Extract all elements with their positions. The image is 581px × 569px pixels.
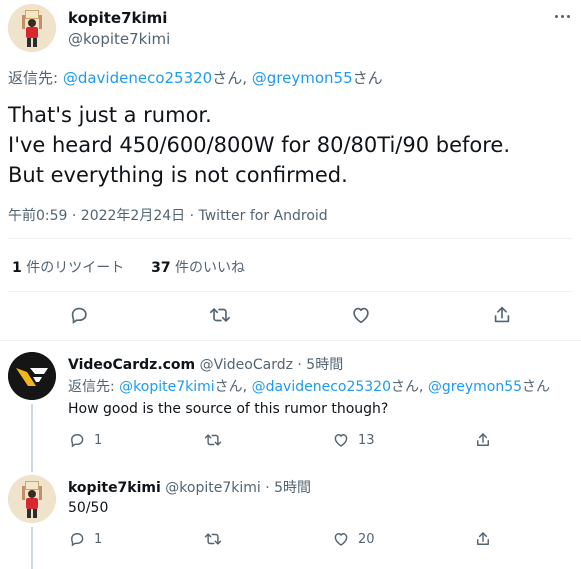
tweet-meta[interactable]: 午前0:59 · 2022年2月24日 · Twitter for Androi…: [8, 205, 328, 225]
avatar[interactable]: [8, 352, 56, 400]
mention-link[interactable]: @kopite7kimi: [119, 379, 214, 395]
thread-line: [31, 404, 33, 472]
like-label: 件のいいね: [170, 260, 246, 276]
handle-time[interactable]: @kopite7kimi · 5時間: [165, 480, 311, 496]
share-button[interactable]: [491, 304, 513, 326]
retweet-icon: [204, 533, 222, 545]
reply-text: 50/50: [68, 500, 109, 516]
like-count: 20: [358, 531, 375, 547]
reply-count: 1: [94, 432, 103, 448]
speech-bubble-icon: [71, 533, 84, 547]
avatar[interactable]: [8, 475, 56, 523]
divider: [8, 291, 573, 292]
retweet-stat[interactable]: 1 件のリツイート: [12, 260, 124, 276]
reply-header: kopite7kimi @kopite7kimi · 5時間: [68, 477, 311, 497]
reply-button[interactable]: 1: [68, 431, 102, 449]
reply-suffix: さん: [352, 69, 383, 87]
display-name[interactable]: VideoCardz.com: [68, 357, 195, 373]
speech-bubble-icon: [71, 307, 87, 324]
retweet-count: 1: [12, 260, 22, 276]
reply-to-line: 返信先: @kopite7kimiさん, @davideneco25320さん,…: [68, 376, 550, 396]
share-button[interactable]: [474, 530, 492, 548]
reply-prefix: 返信先:: [8, 69, 63, 87]
retweet-button[interactable]: [203, 431, 231, 449]
share-icon: [494, 306, 510, 323]
handle-time[interactable]: @VideoCardz · 5時間: [200, 357, 344, 373]
tweet-text-line: That's just a rumor.: [8, 103, 212, 127]
like-button[interactable]: 20: [332, 530, 375, 548]
like-count: 37: [151, 260, 171, 276]
more-dots-icon[interactable]: [555, 15, 570, 18]
reply-suffix: さん: [522, 379, 551, 395]
reply-suffix: さん,: [212, 69, 252, 87]
display-name[interactable]: kopite7kimi: [68, 9, 167, 27]
reply-button[interactable]: 1: [68, 530, 102, 548]
share-icon: [477, 433, 489, 446]
retweet-icon: [204, 434, 222, 446]
retweet-button[interactable]: [208, 304, 232, 326]
divider: [8, 238, 573, 239]
divider: [0, 340, 581, 341]
mention-link[interactable]: @greymon55: [428, 379, 522, 395]
tweet-text-line: I've heard 450/600/800W for 80/80Ti/90 b…: [8, 133, 511, 157]
heart-icon: [353, 307, 369, 324]
share-icon: [477, 532, 489, 545]
reply-text: How good is the source of this rumor tho…: [68, 401, 389, 417]
retweet-icon: [210, 308, 230, 322]
like-stat[interactable]: 37 件のいいね: [151, 260, 245, 276]
thread-line: [31, 527, 33, 569]
reply-to-line: 返信先: @davideneco25320さん, @greymon55さん: [8, 67, 383, 88]
speech-bubble-icon: [71, 434, 84, 448]
reply-prefix: 返信先:: [68, 379, 120, 395]
mention-link[interactable]: @greymon55: [252, 69, 353, 87]
like-count: 13: [358, 432, 375, 448]
tweet-stats: 1 件のリツイート 37 件のいいね: [12, 257, 245, 277]
handle[interactable]: @kopite7kimi: [68, 30, 170, 48]
reply-count: 1: [94, 531, 103, 547]
mention-link[interactable]: @davideneco25320: [63, 69, 212, 87]
retweet-button[interactable]: [203, 530, 231, 548]
reply-suffix: さん,: [214, 379, 252, 395]
tweet-text: That's just a rumor. I've heard 450/600/…: [8, 100, 510, 190]
like-button[interactable]: 13: [332, 431, 375, 449]
reply-header: VideoCardz.com @VideoCardz · 5時間: [68, 354, 343, 374]
avatar[interactable]: [8, 4, 56, 52]
reply-button[interactable]: [68, 304, 90, 326]
retweet-label: 件のリツイート: [21, 260, 125, 276]
heart-icon: [334, 533, 348, 546]
reply-suffix: さん,: [391, 379, 428, 395]
share-button[interactable]: [474, 431, 492, 449]
like-button[interactable]: [350, 304, 372, 326]
tweet-text-line: But everything is not confirmed.: [8, 163, 348, 187]
heart-icon: [334, 434, 348, 447]
mention-link[interactable]: @davideneco25320: [252, 379, 391, 395]
display-name[interactable]: kopite7kimi: [68, 480, 161, 496]
